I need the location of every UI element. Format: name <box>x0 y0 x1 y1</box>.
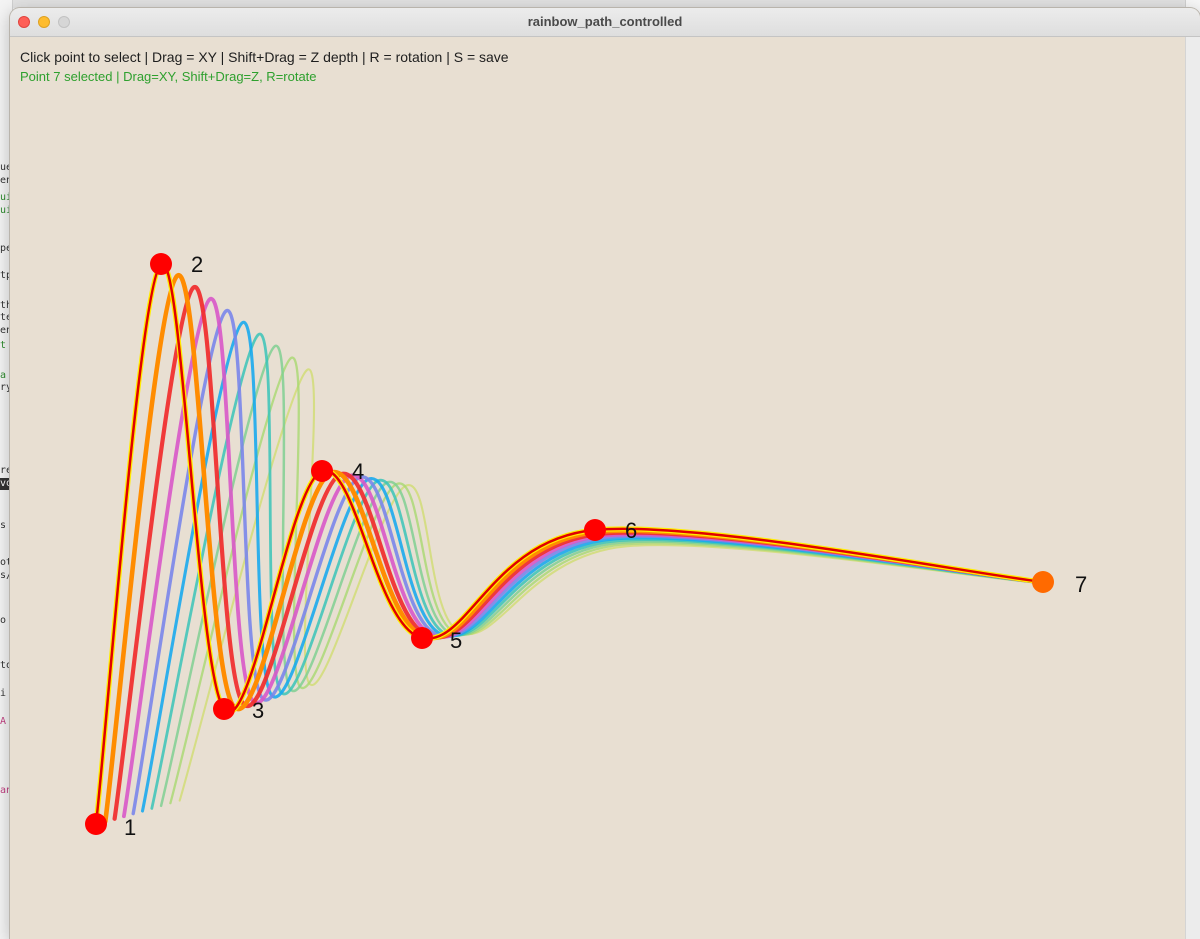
background-text-fragment: s <box>0 520 7 531</box>
window-edge-panel <box>1185 37 1200 939</box>
control-point-label: 6 <box>625 518 637 543</box>
control-point-4[interactable] <box>311 460 333 482</box>
control-point-6[interactable] <box>584 519 606 541</box>
control-point-label: 7 <box>1075 572 1087 597</box>
rainbow-strand <box>178 368 1047 802</box>
control-point-label: 3 <box>252 698 264 723</box>
desktop-strip <box>0 0 1200 8</box>
background-text-fragment: t <box>0 340 7 351</box>
control-point-label: 5 <box>450 628 462 653</box>
window-title: rainbow_path_controlled <box>527 14 683 29</box>
control-point-2[interactable] <box>150 253 172 275</box>
title-bar[interactable]: rainbow_path_controlled <box>10 8 1200 37</box>
background-text-fragment: i <box>0 688 7 699</box>
rainbow-strand <box>150 333 1047 810</box>
control-point-label: 2 <box>191 252 203 277</box>
background-text-fragment: o <box>0 615 7 626</box>
control-point-label: 4 <box>352 459 364 484</box>
control-point-5[interactable] <box>411 627 433 649</box>
control-point-3[interactable] <box>213 698 235 720</box>
background-text-fragment: A <box>0 716 7 727</box>
sketch-canvas[interactable]: Click point to select | Drag = XY | Shif… <box>10 37 1200 939</box>
app-window: rainbow_path_controlled Click point to s… <box>10 8 1200 939</box>
background-text-fragment: a <box>0 370 7 381</box>
control-point-label: 1 <box>124 815 136 840</box>
control-point-1[interactable] <box>85 813 107 835</box>
rainbow-path-plot[interactable]: 1 2 3 4 5 6 7 <box>10 37 1186 939</box>
rainbow-strand <box>169 356 1047 805</box>
control-point-7[interactable] <box>1032 571 1054 593</box>
